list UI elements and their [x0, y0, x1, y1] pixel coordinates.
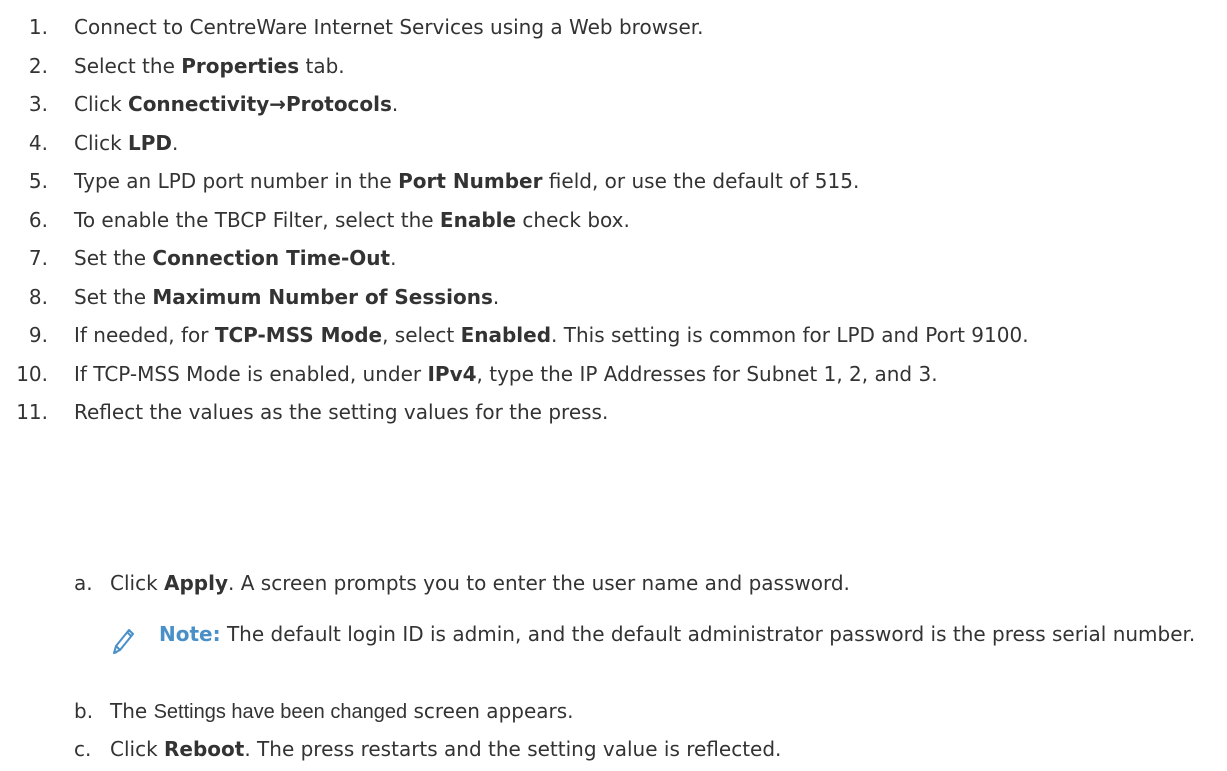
bold-term: Enabled: [460, 323, 552, 347]
step-text: If TCP-MSS Mode is enabled, under IPv4, …: [74, 362, 938, 386]
text-run: Reflect the values as the setting values…: [74, 400, 609, 424]
step-item: 3. Click Connectivity→Protocols.: [0, 87, 1227, 126]
step-text: Connect to CentreWare Internet Services …: [74, 15, 704, 39]
text-run: Click: [74, 92, 129, 116]
step-number: 3.: [28, 92, 48, 116]
bold-term: Connectivity→Protocols: [128, 92, 392, 116]
step-number: 8.: [28, 284, 48, 309]
text-run: . This setting is common for LPD and Por…: [551, 323, 1029, 347]
text-run: tab.: [299, 53, 345, 78]
substep-text: Click Apply. A screen prompts you to ent…: [110, 571, 850, 595]
substep-a: a. Click Apply. A screen prompts you to …: [0, 566, 1227, 605]
bold-term: Maximum Number of Sessions: [152, 284, 493, 309]
substep-text: The Settings have been changed screen ap…: [110, 699, 574, 724]
step-text: If needed, for TCP-MSS Mode, select Enab…: [74, 323, 1029, 347]
note-text: Note: The default login ID is admin, and…: [159, 620, 1219, 648]
text-run: . The press restarts and the setting val…: [244, 737, 782, 761]
step-item: 1. Connect to CentreWare Internet Service…: [0, 10, 1227, 49]
text-run: .: [172, 130, 179, 155]
substep-text: Click Reboot. The press restarts and the…: [110, 737, 781, 761]
bold-term: IPv4: [427, 361, 477, 386]
text-run: .: [390, 246, 397, 270]
step-number: 10.: [16, 361, 48, 386]
text-run: Select the: [74, 53, 182, 78]
step-number: 4.: [28, 130, 48, 155]
step-item: 9. If needed, for TCP-MSS Mode, select En…: [0, 318, 1227, 357]
text-run: . A screen prompts you to enter the user…: [228, 571, 850, 595]
step-number: 6.: [28, 207, 48, 232]
bold-term: Port Number: [398, 169, 543, 193]
text-run: Connect to CentreWare Internet Services …: [74, 15, 704, 39]
step-text: Reflect the values as the setting values…: [74, 400, 608, 424]
note-box: Note: The default login ID is admin, and…: [110, 620, 1220, 686]
substep-number: c.: [74, 737, 92, 761]
step-item: 6. To enable the TBCP Filter, select the …: [0, 203, 1227, 242]
bold-term: Enable: [439, 207, 517, 232]
text-run: .: [391, 92, 399, 116]
step-number: 5.: [28, 169, 48, 193]
text-run: check box.: [516, 207, 630, 232]
step-item: 5. Type an LPD port number in the Port Nu…: [0, 164, 1227, 203]
bold-term: LPD: [128, 130, 173, 155]
text-run: Click: [74, 130, 129, 155]
text-run: Click: [110, 737, 165, 761]
step-item: 8. Set the Maximum Number of Sessions.: [0, 280, 1227, 319]
pencil-icon: [110, 626, 136, 656]
screen-name: Settings have been changed: [153, 701, 408, 723]
step-item: 7. Set the Connection Time-Out.: [0, 241, 1227, 280]
substep-b: b. The Settings have been changed screen…: [0, 694, 1227, 733]
step-item: 4. Click LPD.: [0, 126, 1227, 165]
bold-term: Properties: [181, 53, 300, 78]
text-run: If needed, for: [74, 323, 215, 347]
step-text: Click LPD.: [74, 131, 178, 155]
step-item: 10. If TCP-MSS Mode is enabled, under IPv…: [0, 357, 1227, 396]
step-text: Type an LPD port number in the Port Numb…: [74, 169, 859, 193]
text-run: Type an LPD port number in the: [74, 169, 399, 193]
step-text: Select the Properties tab.: [74, 54, 345, 78]
step-text: Set the Connection Time-Out.: [74, 246, 396, 270]
text-run: , select: [382, 323, 461, 347]
text-run: To enable the TBCP Filter, select the: [74, 207, 440, 232]
step-text: Set the Maximum Number of Sessions.: [74, 285, 499, 309]
note-label: Note:: [159, 622, 221, 646]
step-item: 2. Select the Properties tab.: [0, 49, 1227, 88]
bold-term: Reboot: [164, 737, 245, 761]
text-run: If TCP-MSS Mode is enabled, under: [74, 361, 428, 386]
bold-term: TCP-MSS Mode: [214, 323, 383, 347]
step-number: 7.: [28, 246, 48, 270]
bold-term: Apply: [164, 571, 229, 595]
substep-number: b.: [74, 699, 94, 723]
step-number: 9.: [28, 323, 48, 347]
step-item: 11. Reflect the values as the setting val…: [0, 395, 1227, 434]
step-text: To enable the TBCP Filter, select the En…: [74, 208, 630, 232]
text-run: Click: [110, 571, 165, 595]
text-run: Set the: [74, 246, 153, 270]
step-text: Click Connectivity→Protocols.: [74, 92, 398, 116]
text-run: screen appears.: [407, 699, 574, 723]
step-number: 11.: [16, 400, 48, 424]
bold-term: Connection Time-Out: [152, 246, 391, 270]
text-run: , type the IP Addresses for Subnet 1, 2,…: [476, 361, 938, 386]
substep-number: a.: [74, 571, 93, 595]
text-run: The: [110, 699, 154, 723]
step-number: 1.: [28, 15, 48, 39]
step-number: 2.: [28, 53, 48, 78]
substep-c: c. Click Reboot. The press restarts and …: [0, 732, 1227, 771]
text-run: field, or use the default of 515.: [542, 169, 860, 193]
text-run: .: [492, 284, 500, 309]
note-body: The default login ID is admin, and the d…: [220, 622, 1196, 646]
text-run: Set the: [74, 284, 153, 309]
step-list: 1. Connect to CentreWare Internet Service…: [0, 10, 1227, 434]
